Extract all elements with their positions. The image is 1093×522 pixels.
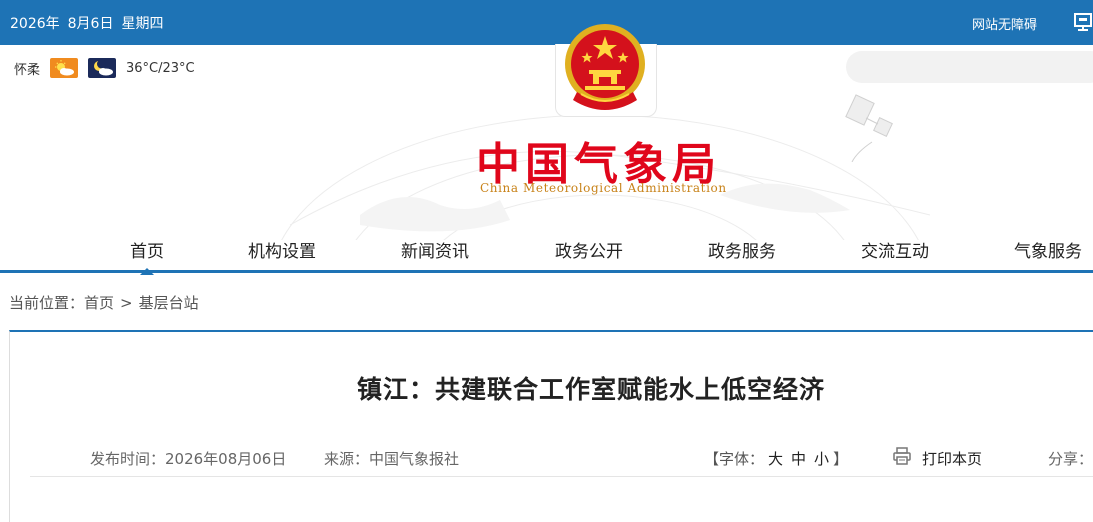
search-input[interactable] (846, 51, 1093, 83)
nav-item-government-services[interactable]: 政务服务 (708, 237, 776, 262)
breadcrumb-separator: > (120, 294, 133, 312)
print-page-button[interactable]: 打印本页 (922, 448, 982, 469)
weather-widget: 怀柔 36°C/23°C (14, 57, 195, 79)
article-source: 来源：中国气象报社 (324, 450, 460, 468)
font-size-controls: 【字体：大中小】 (704, 448, 848, 469)
share-label: 分享： (1048, 450, 1093, 468)
breadcrumb-current[interactable]: 基层台站 (139, 294, 199, 312)
top-bar: 2026年 8月6日 星期四 网站无障碍 (0, 0, 1093, 45)
publish-date: 发布时间：2026年08月06日 (90, 450, 287, 468)
date-day: 8月6日 (67, 16, 114, 32)
font-size-prefix: 【字体： (704, 450, 765, 468)
font-size-large-button[interactable]: 大 (768, 450, 783, 468)
date-year: 2026年 (10, 16, 60, 32)
nav-item-news[interactable]: 新闻资讯 (401, 237, 469, 262)
main-nav: 首页 机构设置 新闻资讯 政务公开 政务服务 交流互动 气象服务 (0, 230, 1093, 275)
breadcrumb-prefix: 当前位置： (9, 294, 85, 312)
screen-reader-icon[interactable] (1073, 12, 1093, 32)
article-title: 镇江：共建联合工作室赋能水上低空经济 (357, 375, 826, 404)
breadcrumb: 当前位置：首页 > 基层台站 (9, 292, 199, 313)
meta-divider (30, 476, 1093, 477)
satellite-icon (845, 94, 893, 162)
moon-cloud-icon (88, 58, 117, 78)
nav-item-public-affairs[interactable]: 政务公开 (555, 237, 623, 262)
article-container (9, 330, 1093, 522)
nav-item-organization[interactable]: 机构设置 (248, 237, 316, 262)
font-size-suffix: 】 (833, 450, 849, 468)
site-logo-subtitle: China Meteorological Administration (480, 181, 727, 195)
font-size-medium-button[interactable]: 中 (791, 450, 806, 468)
nav-item-home[interactable]: 首页 (130, 237, 164, 275)
nav-divider (0, 270, 1093, 273)
date-weekday: 星期四 (121, 16, 164, 32)
current-date: 2026年 8月6日 星期四 (10, 13, 171, 33)
national-emblem-icon (565, 24, 645, 110)
nav-item-weather-services[interactable]: 气象服务 (1014, 237, 1082, 262)
font-size-small-button[interactable]: 小 (814, 450, 829, 468)
sun-cloud-icon (50, 58, 79, 78)
weather-temperature: 36°C/23°C (126, 60, 195, 76)
weather-city: 怀柔 (14, 62, 41, 78)
accessibility-link[interactable]: 网站无障碍 (972, 14, 1037, 33)
breadcrumb-home[interactable]: 首页 (84, 294, 114, 312)
printer-icon[interactable] (892, 446, 912, 466)
nav-item-interaction[interactable]: 交流互动 (861, 237, 929, 262)
